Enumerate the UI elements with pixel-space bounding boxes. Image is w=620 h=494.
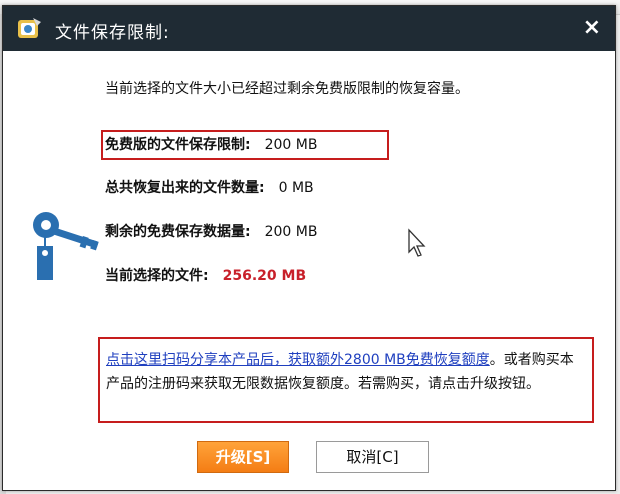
selected-files-label: 当前选择的文件: bbox=[105, 268, 209, 284]
remaining-free-row: 剩余的免费保存数据量: 200 MB bbox=[105, 221, 317, 241]
intro-text: 当前选择的文件大小已经超过剩余免费版限制的恢复容量。 bbox=[105, 81, 469, 97]
titlebar: 文件保存限制: × bbox=[3, 6, 615, 51]
cancel-button[interactable]: 取消[C] bbox=[316, 441, 429, 473]
dialog-title: 文件保存限制: bbox=[55, 23, 170, 43]
mouse-pointer-icon bbox=[408, 228, 426, 257]
key-tag-icon bbox=[33, 212, 99, 280]
upgrade-button[interactable]: 升级[S] bbox=[197, 441, 289, 473]
share-info-box: 点击这里扫码分享本产品后，获取额外2800 MB免费恢复额度。或者购买本产品的注… bbox=[98, 337, 594, 423]
file-save-limit-dialog: 文件保存限制: × 当前选择的文件大小已经超过剩余免费版限制的恢复容量。 免费版… bbox=[2, 5, 616, 491]
close-icon[interactable]: × bbox=[583, 15, 601, 40]
recovered-total-label: 总共恢复出来的文件数量: bbox=[105, 180, 265, 196]
recovered-total-row: 总共恢复出来的文件数量: 0 MB bbox=[105, 177, 314, 197]
selected-files-value: 256.20 MB bbox=[222, 268, 307, 284]
share-link[interactable]: 点击这里扫码分享本产品后，获取额外2800 MB免费恢复额度 bbox=[106, 352, 490, 368]
remaining-free-value: 200 MB bbox=[264, 224, 318, 240]
selected-files-row: 当前选择的文件: 256.20 MB bbox=[105, 265, 306, 285]
free-limit-highlight bbox=[101, 130, 389, 160]
app-logo-icon bbox=[18, 18, 41, 38]
remaining-free-label: 剩余的免费保存数据量: bbox=[105, 224, 251, 240]
recovered-total-value: 0 MB bbox=[278, 180, 314, 196]
